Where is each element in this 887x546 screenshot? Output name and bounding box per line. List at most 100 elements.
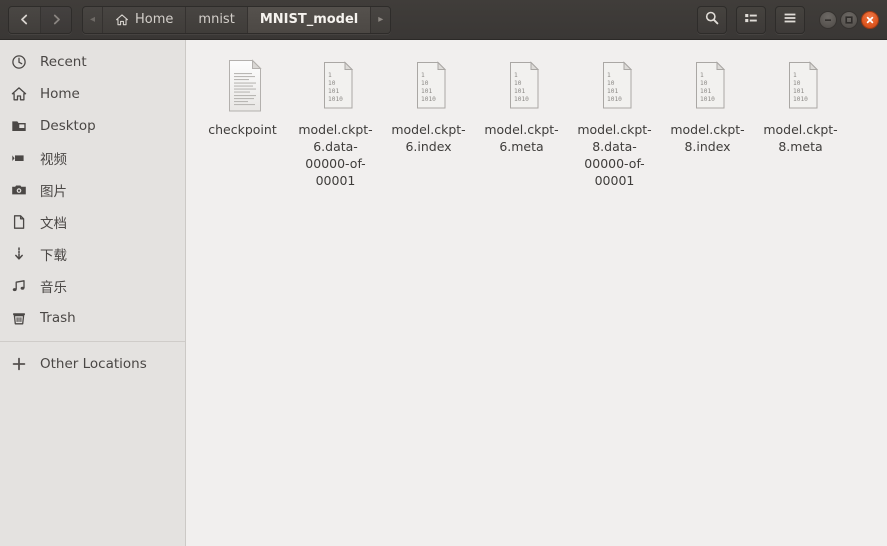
svg-text:1: 1 xyxy=(793,72,797,79)
trash-icon xyxy=(10,309,28,327)
svg-text:1: 1 xyxy=(421,72,425,79)
clock-icon xyxy=(10,53,28,71)
plus-icon xyxy=(10,355,28,373)
download-icon xyxy=(10,245,28,263)
sidebar-item-pictures[interactable]: 图片 xyxy=(0,174,185,206)
svg-text:1: 1 xyxy=(328,72,332,79)
binary-file-icon: 1 10 101 1010 xyxy=(591,56,639,114)
home-icon xyxy=(10,85,28,103)
view-options-button[interactable] xyxy=(736,5,766,34)
home-icon xyxy=(115,13,129,27)
binary-file-icon: 1 10 101 1010 xyxy=(777,56,825,114)
breadcrumb-right-arrow-icon: ▸ xyxy=(378,14,384,25)
svg-text:101: 101 xyxy=(421,88,432,95)
chevron-right-icon xyxy=(50,13,63,26)
file-item[interactable]: 1 10 101 1010 model.ckpt-6.meta xyxy=(475,52,568,195)
search-icon xyxy=(704,10,720,30)
svg-text:10: 10 xyxy=(328,80,336,87)
list-view-icon xyxy=(743,10,759,30)
header-bar: ◂ Home mnist MNIST_model ▸ xyxy=(0,0,887,40)
folder-icon xyxy=(10,117,28,135)
sidebar-item-label: 音乐 xyxy=(40,280,67,296)
svg-text:1: 1 xyxy=(607,72,611,79)
menu-button[interactable] xyxy=(775,5,805,34)
video-camera-icon xyxy=(10,149,28,167)
breadcrumb-item-mnist-model[interactable]: MNIST_model xyxy=(247,6,372,33)
sidebar-item-label: Desktop xyxy=(40,118,96,134)
file-item[interactable]: 1 10 101 1010 model.ckpt-8.meta xyxy=(754,52,847,195)
svg-text:1010: 1010 xyxy=(328,96,343,103)
svg-text:1: 1 xyxy=(700,72,704,79)
breadcrumb-left-arrow-icon: ◂ xyxy=(90,14,96,25)
minimize-button[interactable] xyxy=(819,10,837,29)
sidebar-item-label: Recent xyxy=(40,54,87,70)
navigation-buttons xyxy=(8,5,72,34)
svg-text:101: 101 xyxy=(328,88,339,95)
close-button[interactable] xyxy=(861,10,879,29)
sidebar-item-home[interactable]: Home xyxy=(0,78,185,110)
sidebar-separator xyxy=(0,341,185,342)
sidebar-item-documents[interactable]: 文档 xyxy=(0,206,185,238)
back-button[interactable] xyxy=(9,6,40,33)
sidebar-item-label: 文档 xyxy=(40,216,67,232)
maximize-button[interactable] xyxy=(840,10,858,29)
sidebar-item-label: Trash xyxy=(40,310,76,326)
sidebar-item-recent[interactable]: Recent xyxy=(0,46,185,78)
svg-text:1: 1 xyxy=(514,72,518,79)
breadcrumb: ◂ Home mnist MNIST_model ▸ xyxy=(82,5,392,34)
music-note-icon xyxy=(10,277,28,295)
sidebar-item-trash[interactable]: Trash xyxy=(0,302,185,334)
close-icon xyxy=(865,15,875,25)
file-name: model.ckpt-6.index xyxy=(391,122,466,154)
sidebar-item-label: 视频 xyxy=(40,152,67,168)
sidebar-item-label: 下载 xyxy=(40,248,67,264)
forward-button[interactable] xyxy=(40,6,71,33)
maximize-icon xyxy=(844,15,854,25)
sidebar-item-music[interactable]: 音乐 xyxy=(0,270,185,302)
sidebar-item-videos[interactable]: 视频 xyxy=(0,142,185,174)
svg-text:1010: 1010 xyxy=(514,96,529,103)
window-body: Recent Home Desktop 视频 图片 文档 下载 音乐 Trash… xyxy=(0,40,887,546)
window-controls xyxy=(819,10,879,29)
breadcrumb-item-home[interactable]: Home xyxy=(103,6,187,33)
file-name: model.ckpt-6.meta xyxy=(484,122,559,154)
breadcrumb-scroll-right[interactable]: ▸ xyxy=(371,6,391,33)
svg-text:10: 10 xyxy=(793,80,801,87)
binary-file-icon: 1 10 101 1010 xyxy=(312,56,360,114)
file-name: checkpoint xyxy=(208,122,277,137)
svg-text:1010: 1010 xyxy=(421,96,436,103)
file-item[interactable]: checkpoint xyxy=(196,52,289,195)
photo-camera-icon xyxy=(10,181,28,199)
breadcrumb-scroll-left[interactable]: ◂ xyxy=(83,6,104,33)
breadcrumb-item-label: Home xyxy=(135,12,174,27)
minimize-icon xyxy=(823,15,833,25)
file-item[interactable]: 1 10 101 1010 model.ckpt-6.index xyxy=(382,52,475,195)
file-item[interactable]: 1 10 101 1010 model.ckpt-6.data-00000-of… xyxy=(289,52,382,195)
svg-text:1010: 1010 xyxy=(607,96,622,103)
breadcrumb-item-mnist[interactable]: mnist xyxy=(186,6,248,33)
svg-text:10: 10 xyxy=(514,80,522,87)
sidebar-item-downloads[interactable]: 下载 xyxy=(0,238,185,270)
binary-file-icon: 1 10 101 1010 xyxy=(684,56,732,114)
file-name: model.ckpt-8.meta xyxy=(763,122,838,154)
file-view[interactable]: checkpoint 1 10 101 1010 model.ckpt-6.da… xyxy=(186,40,887,546)
text-file-icon xyxy=(219,56,267,114)
svg-text:10: 10 xyxy=(607,80,615,87)
binary-file-icon: 1 10 101 1010 xyxy=(405,56,453,114)
breadcrumb-item-label: MNIST_model xyxy=(259,12,359,27)
file-grid: checkpoint 1 10 101 1010 model.ckpt-6.da… xyxy=(196,52,877,195)
file-item[interactable]: 1 10 101 1010 model.ckpt-8.data-00000-of… xyxy=(568,52,661,195)
svg-text:10: 10 xyxy=(700,80,708,87)
sidebar-item-label: 图片 xyxy=(40,184,67,200)
svg-text:1010: 1010 xyxy=(793,96,808,103)
file-name: model.ckpt-8.data-00000-of-00001 xyxy=(577,122,652,188)
sidebar-item-other-locations[interactable]: Other Locations xyxy=(0,348,185,380)
breadcrumb-item-label: mnist xyxy=(198,12,235,27)
sidebar-item-desktop[interactable]: Desktop xyxy=(0,110,185,142)
header-actions xyxy=(697,5,805,34)
search-button[interactable] xyxy=(697,5,727,34)
sidebar-item-label: Other Locations xyxy=(40,356,147,372)
binary-file-icon: 1 10 101 1010 xyxy=(498,56,546,114)
sidebar: Recent Home Desktop 视频 图片 文档 下载 音乐 Trash… xyxy=(0,40,186,546)
file-item[interactable]: 1 10 101 1010 model.ckpt-8.index xyxy=(661,52,754,195)
